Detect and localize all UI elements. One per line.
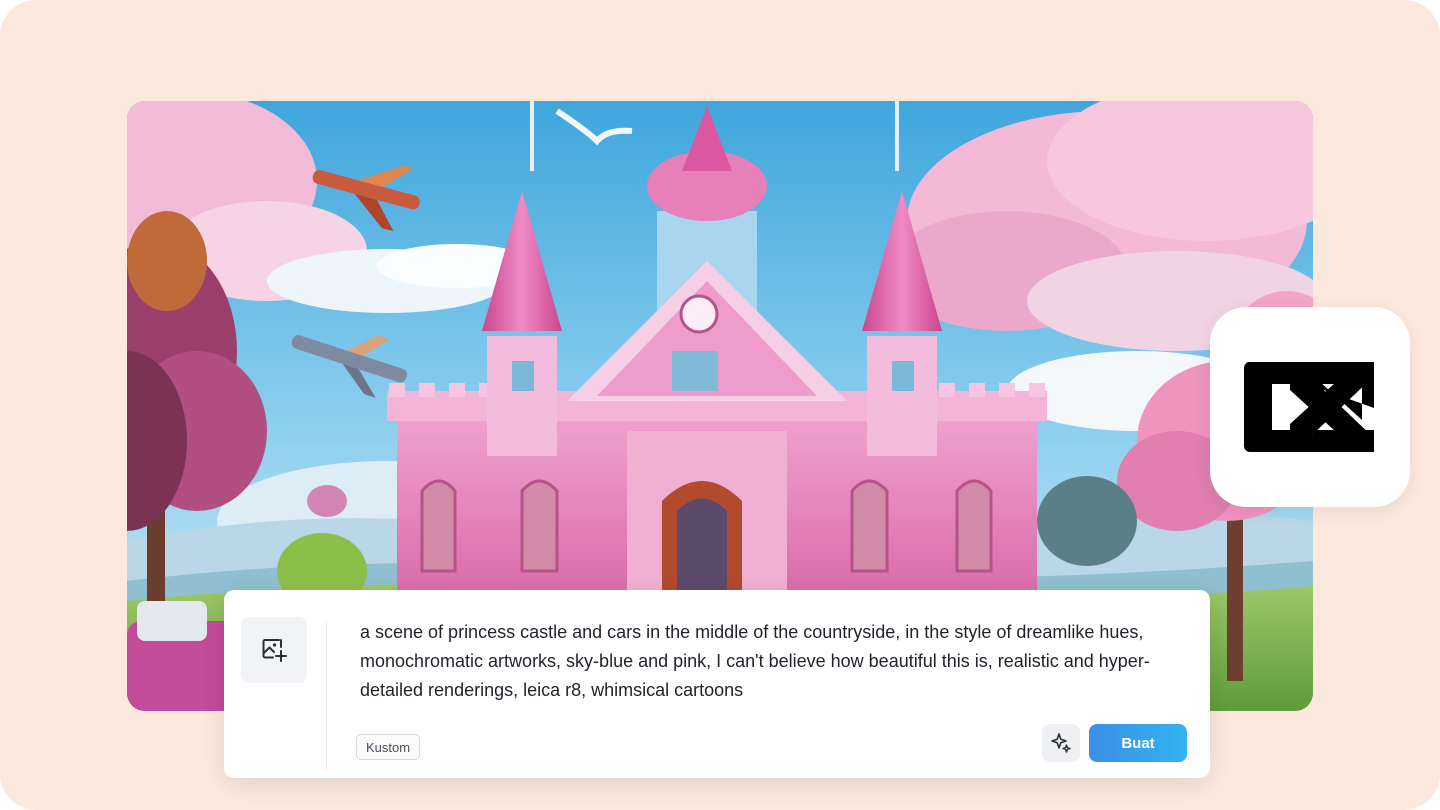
canvas-background: a scene of princess castle and cars in t… [0, 0, 1440, 810]
panel-divider [326, 622, 327, 770]
capcut-logo-icon [1244, 362, 1374, 452]
enhance-prompt-button[interactable] [1042, 724, 1080, 762]
prompt-panel: a scene of princess castle and cars in t… [224, 590, 1210, 778]
image-add-icon [262, 639, 287, 662]
sparkles-icon [1051, 733, 1071, 753]
capcut-logo [1210, 307, 1410, 507]
prompt-input[interactable]: a scene of princess castle and cars in t… [360, 618, 1190, 705]
create-button[interactable]: Buat [1089, 724, 1187, 762]
style-tag-chip[interactable]: Kustom [356, 734, 421, 760]
upload-image-button[interactable] [241, 617, 307, 683]
